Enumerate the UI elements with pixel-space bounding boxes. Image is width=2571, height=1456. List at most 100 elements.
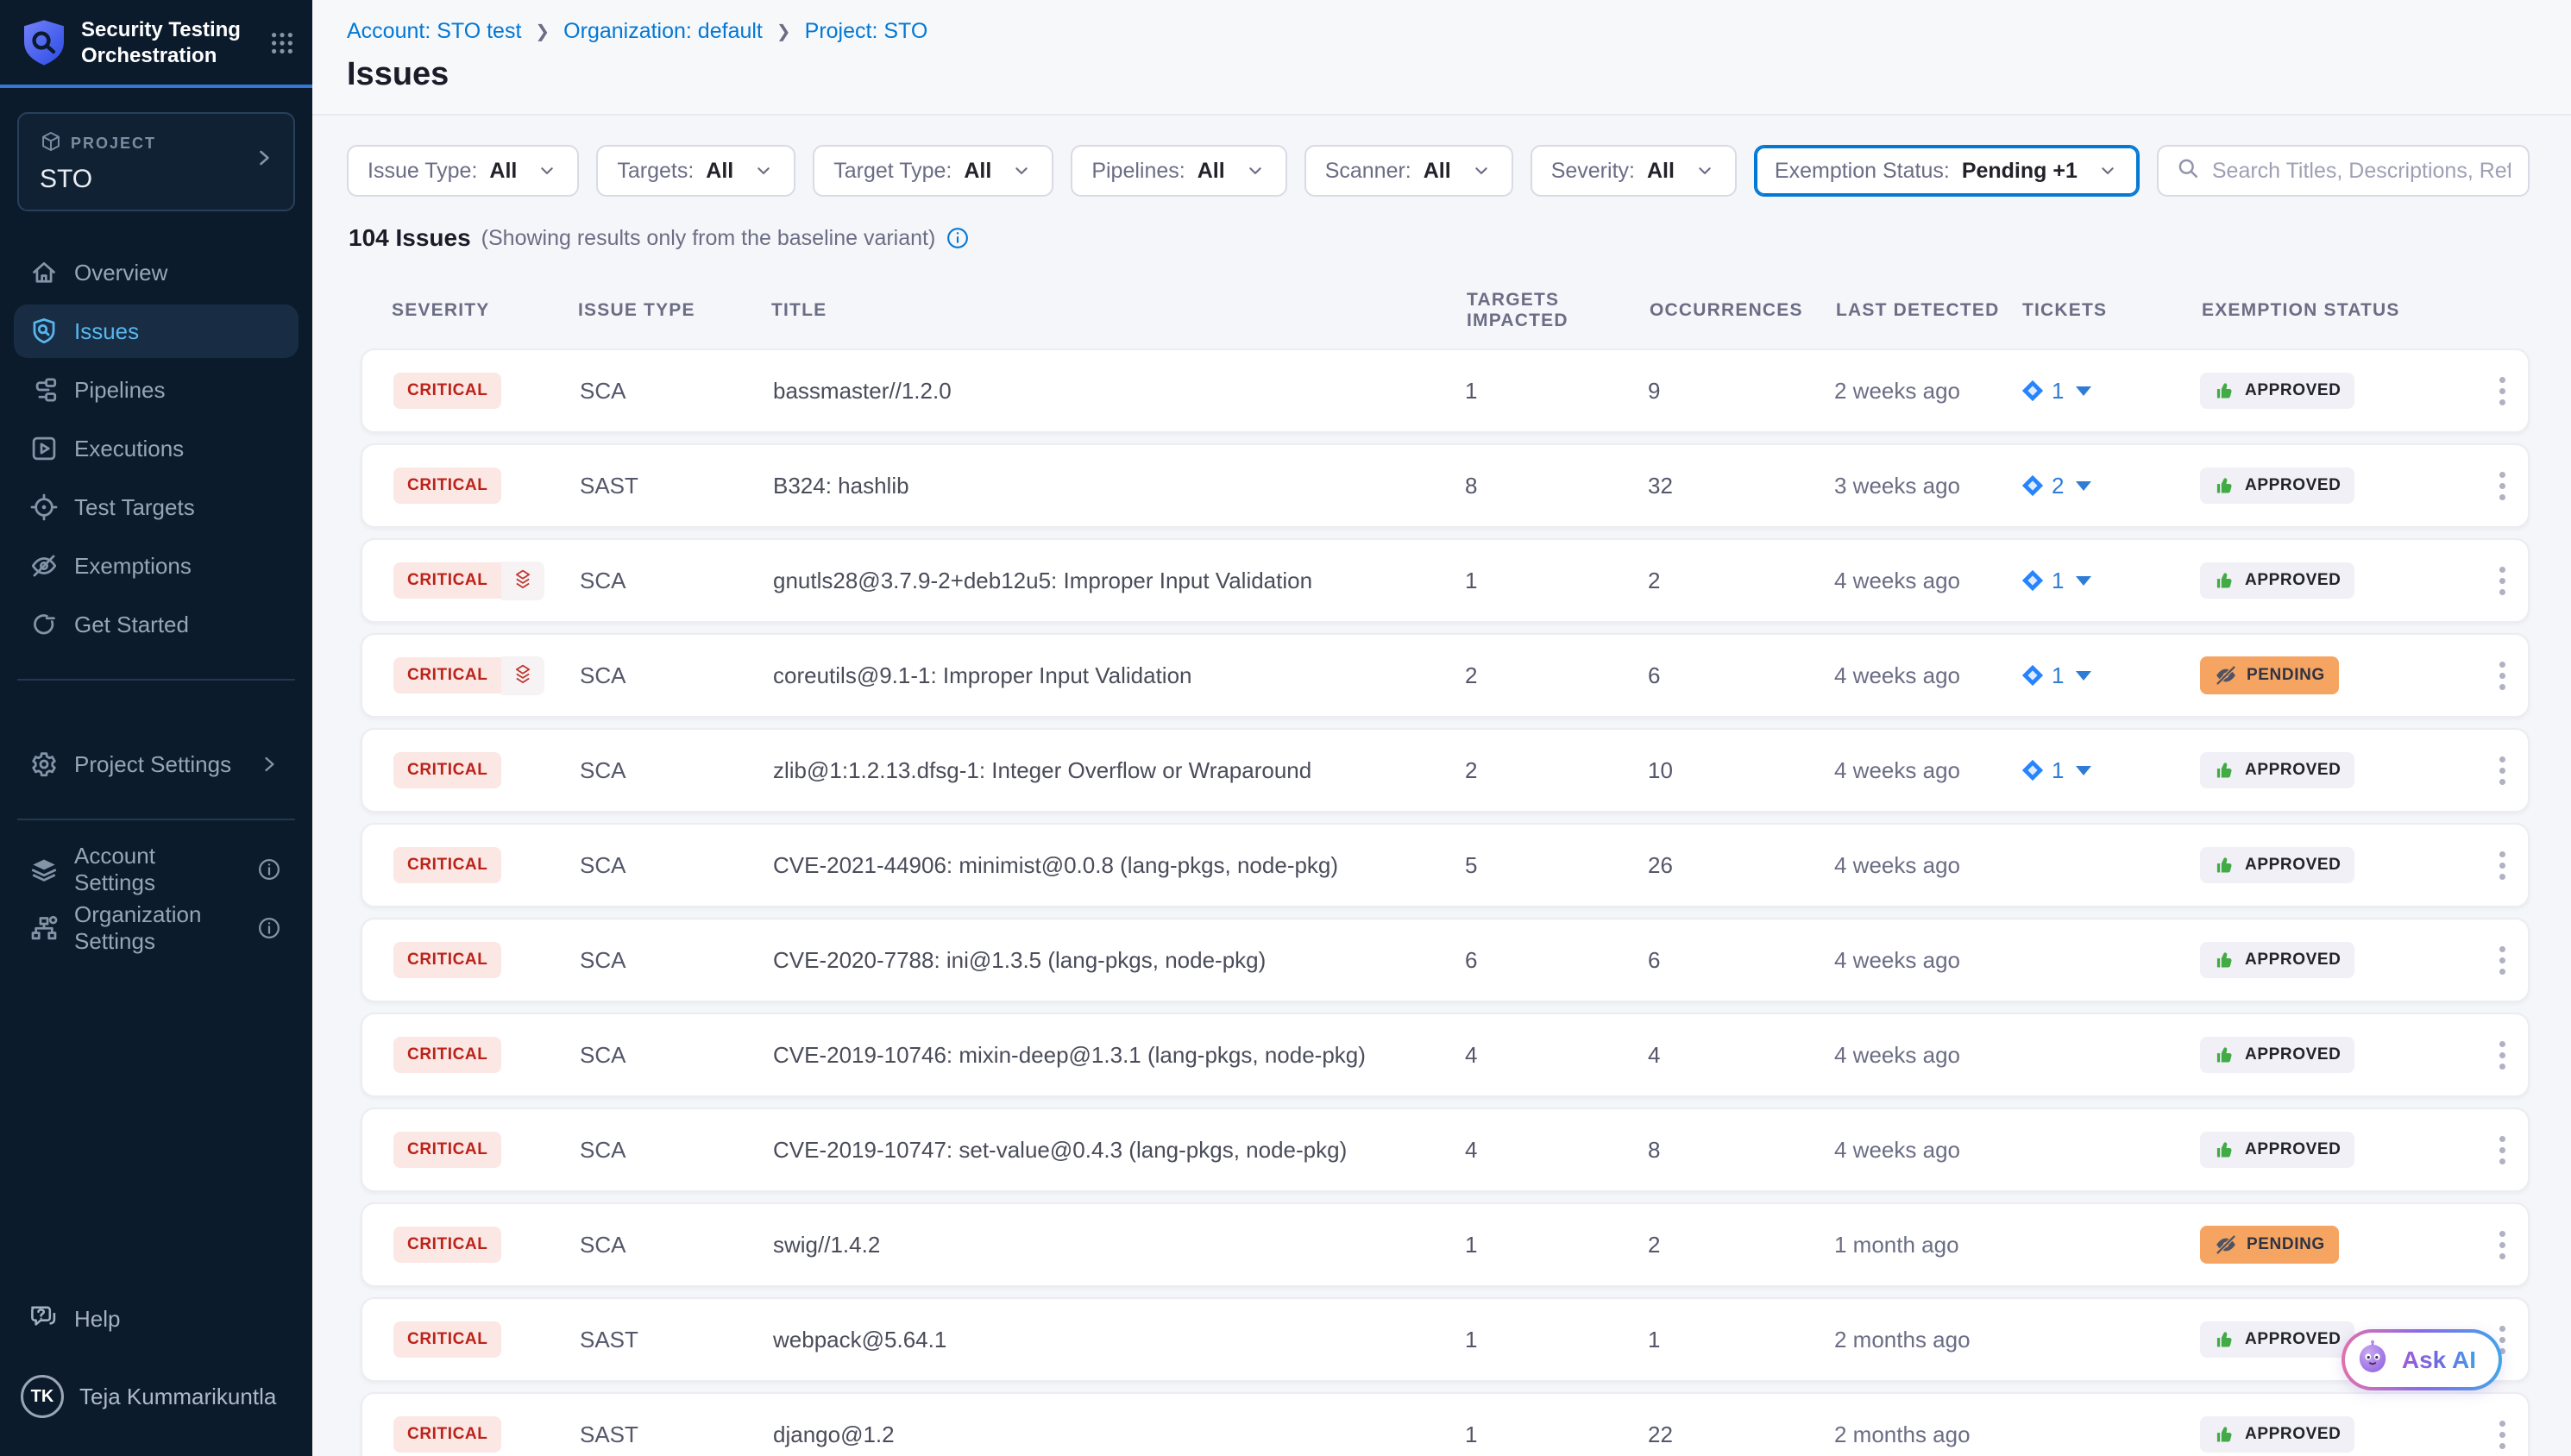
breadcrumb-link[interactable]: Organization: default [563, 19, 763, 44]
severity-cell: CRITICAL [393, 1321, 580, 1358]
filter-value: All [1647, 159, 1675, 184]
grid-icon[interactable] [269, 30, 295, 56]
sidebar-item-project-settings[interactable]: Project Settings [14, 737, 299, 791]
sidebar-item-label: Exemptions [74, 553, 192, 580]
filter-pipelines[interactable]: Pipelines: All [1071, 145, 1286, 197]
filter-severity[interactable]: Severity: All [1531, 145, 1737, 197]
breadcrumb-link[interactable]: Project: STO [805, 19, 928, 44]
sidebar-item-organization-settings[interactable]: Organization Settings [14, 901, 299, 955]
ticket-dropdown[interactable]: 1 [2021, 378, 2200, 405]
thumbs-up-icon [2214, 474, 2236, 497]
issue-row[interactable]: CRITICALSCAbassmaster//1.2.0192 weeks ag… [361, 348, 2530, 433]
occurrences-cell: 6 [1648, 947, 1834, 974]
caret-down-icon [2076, 766, 2091, 775]
ticket-dropdown[interactable]: 1 [2021, 662, 2200, 689]
project-selector[interactable]: PROJECT STO [17, 112, 295, 211]
app-window: Security Testing Orchestration PROJ [0, 0, 2571, 1456]
targets-impacted-cell: 6 [1465, 947, 1648, 974]
severity-cell: CRITICAL [393, 1132, 580, 1168]
filter-value: All [964, 159, 991, 184]
chevron-down-icon [1470, 160, 1493, 182]
ticket-dropdown[interactable]: 2 [2021, 473, 2200, 499]
row-menu-button[interactable] [2476, 370, 2528, 412]
issues-count: 104 Issues [349, 224, 471, 252]
column-header-last-detected: LAST DETECTED [1836, 300, 2022, 321]
targets-impacted-cell: 8 [1465, 473, 1648, 499]
occurrences-cell: 1 [1648, 1327, 1834, 1353]
issue-row[interactable]: CRITICALSCACVE-2019-10747: set-value@0.4… [361, 1108, 2530, 1192]
issue-row[interactable]: CRITICALSASTwebpack@5.64.1112 months ago… [361, 1297, 2530, 1382]
filter-scanner[interactable]: Scanner: All [1304, 145, 1513, 197]
sidebar-item-pipelines[interactable]: Pipelines [14, 363, 299, 417]
sidebar-item-account-settings[interactable]: Account Settings [14, 843, 299, 896]
issue-row[interactable]: CRITICALSCACVE-2019-10746: mixin-deep@1.… [361, 1013, 2530, 1097]
issue-type-cell: SCA [580, 1137, 773, 1164]
filter-targets[interactable]: Targets: All [596, 145, 795, 197]
info-icon[interactable] [946, 226, 970, 250]
column-header-severity: SEVERITY [392, 300, 578, 321]
issue-row[interactable]: CRITICALSCAcoreutils@9.1-1: Improper Inp… [361, 633, 2530, 718]
sidebar-item-issues[interactable]: Issues [14, 304, 299, 358]
user-menu[interactable]: TK Teja Kummarikuntla [0, 1351, 312, 1435]
issue-row[interactable]: CRITICALSCACVE-2020-7788: ini@1.3.5 (lan… [361, 918, 2530, 1002]
column-header-exemption-status: EXEMPTION STATUS [2202, 300, 2478, 321]
row-menu-button[interactable] [2476, 1224, 2528, 1266]
issue-row[interactable]: CRITICALSCACVE-2021-44906: minimist@0.0.… [361, 823, 2530, 907]
issue-row[interactable]: CRITICALSCAgnutls28@3.7.9-2+deb12u5: Imp… [361, 538, 2530, 623]
row-menu-button[interactable] [2476, 1414, 2528, 1456]
exemption-status-cell: APPROVED [2200, 468, 2476, 504]
project-label: PROJECT [71, 135, 156, 153]
row-menu-button[interactable] [2476, 1034, 2528, 1076]
row-menu-button[interactable] [2476, 750, 2528, 792]
search-input[interactable] [2212, 159, 2511, 184]
ticket-dropdown[interactable]: 1 [2021, 568, 2200, 594]
issue-row[interactable]: CRITICALSCAswig//1.4.2121 month agoPENDI… [361, 1202, 2530, 1287]
status-label: APPROVED [2245, 761, 2341, 780]
issue-row[interactable]: CRITICALSASTdjango@1.21222 months agoAPP… [361, 1392, 2530, 1456]
row-menu-button[interactable] [2476, 844, 2528, 887]
page-title: Issues [347, 56, 2530, 93]
ticket-dropdown[interactable]: 1 [2021, 757, 2200, 784]
exemption-status-cell: APPROVED [2200, 1037, 2476, 1073]
occurrences-cell: 26 [1648, 852, 1834, 879]
sidebar-item-get-started[interactable]: Get Started [14, 598, 299, 651]
filter-target-type[interactable]: Target Type: All [813, 145, 1053, 197]
gear-icon [29, 750, 59, 779]
sidebar-item-exemptions[interactable]: Exemptions [14, 539, 299, 593]
issue-type-cell: SCA [580, 1232, 773, 1258]
status-badge: PENDING [2200, 656, 2339, 694]
issue-row[interactable]: CRITICALSASTB324: hashlib8323 weeks ago2… [361, 443, 2530, 528]
issue-row[interactable]: CRITICALSCAzlib@1:1.2.13.dfsg-1: Integer… [361, 728, 2530, 813]
sidebar-item-label: Get Started [74, 612, 189, 638]
breadcrumb-link[interactable]: Account: STO test [347, 19, 521, 44]
ask-ai-button[interactable]: Ask AI [2342, 1329, 2502, 1390]
filter-exemption-status[interactable]: Exemption Status: Pending +1 [1754, 145, 2140, 197]
search-box[interactable] [2157, 145, 2530, 197]
thumbs-up-icon [2214, 1044, 2236, 1066]
issue-title-cell: B324: hashlib [773, 473, 1465, 499]
status-badge: APPROVED [2200, 847, 2354, 883]
sidebar-item-overview[interactable]: Overview [14, 246, 299, 299]
thumbs-up-icon [2214, 759, 2236, 781]
sidebar-item-test-targets[interactable]: Test Targets [14, 480, 299, 534]
row-menu-button[interactable] [2476, 655, 2528, 697]
exemption-status-cell: APPROVED [2200, 562, 2476, 599]
sidebar-item-executions[interactable]: Executions [14, 422, 299, 475]
power-icon [29, 610, 59, 639]
tickets-cell: 1 [2021, 662, 2200, 689]
shield-search-logo-icon [21, 18, 67, 68]
jira-ticket-icon [2021, 379, 2045, 403]
filter-value: Pending +1 [1962, 159, 2078, 184]
status-label: APPROVED [2245, 571, 2341, 590]
row-menu-button[interactable] [2476, 560, 2528, 602]
thumbs-up-icon [2214, 854, 2236, 876]
thumbs-up-icon [2214, 380, 2236, 402]
filter-label: Targets: [617, 159, 694, 184]
row-menu-button[interactable] [2476, 939, 2528, 982]
row-menu-button[interactable] [2476, 1129, 2528, 1171]
filter-issue-type[interactable]: Issue Type: All [347, 145, 579, 197]
column-header-title: TITLE [771, 300, 1467, 321]
row-menu-button[interactable] [2476, 465, 2528, 507]
help-button[interactable]: Help [0, 1288, 312, 1351]
issue-title-cell: coreutils@9.1-1: Improper Input Validati… [773, 662, 1465, 689]
